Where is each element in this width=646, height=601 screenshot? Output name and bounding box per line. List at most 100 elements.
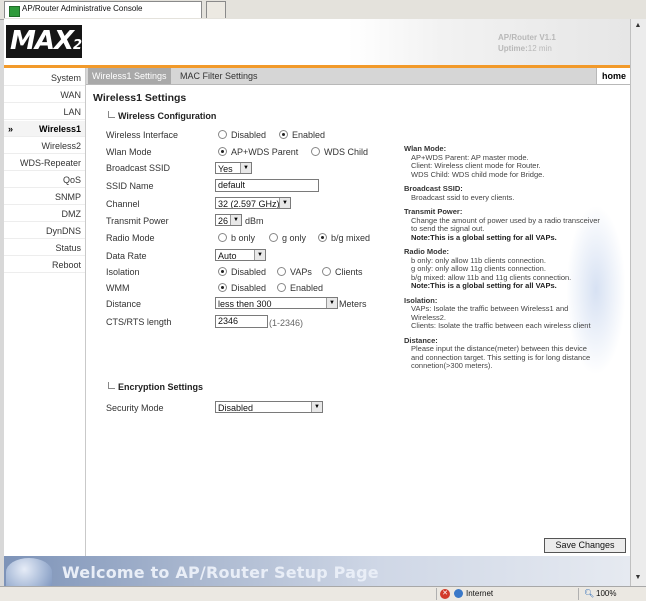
ssid-name-input[interactable]: default bbox=[215, 179, 319, 192]
label-channel: Channel bbox=[106, 199, 140, 209]
browser-status-bar: ✕ Internet 🔍︎ 100% bbox=[0, 586, 646, 601]
security-mode-select[interactable]: Disabled ▼ bbox=[215, 401, 323, 413]
radio-isolation-disabled[interactable]: Disabled bbox=[218, 267, 266, 277]
radio-mode-ap-wds-parent[interactable]: AP+WDS Parent bbox=[218, 147, 298, 157]
section-icon bbox=[108, 382, 115, 389]
cts-rts-range-hint: (1-2346) bbox=[269, 318, 304, 328]
scroll-down-arrow-icon[interactable]: ▼ bbox=[631, 571, 645, 585]
radio-radio-g-only[interactable]: g only bbox=[269, 233, 306, 243]
nav-item-wan[interactable]: WAN bbox=[4, 87, 85, 103]
popup-blocked-icon[interactable]: ✕ bbox=[440, 589, 450, 599]
nav-item-system[interactable]: System bbox=[4, 70, 85, 86]
radio-selected-icon bbox=[218, 283, 227, 292]
label-radio-mode: Radio Mode bbox=[106, 233, 155, 243]
nav-item-status[interactable]: Status bbox=[4, 240, 85, 256]
home-link[interactable]: home bbox=[596, 68, 630, 84]
label-broadcast-ssid: Broadcast SSID bbox=[106, 163, 171, 173]
welcome-text: Welcome to AP/Router Setup Page bbox=[62, 563, 379, 582]
help-panel: Wlan Mode: AP+WDS Parent: AP master mode… bbox=[404, 144, 600, 371]
section-wireless-configuration: Wireless Configuration bbox=[108, 111, 216, 121]
radio-wmm-enabled[interactable]: Enabled bbox=[277, 283, 323, 293]
radio-icon bbox=[277, 283, 286, 292]
label-security-mode: Security Mode bbox=[106, 403, 164, 413]
label-transmit-power: Transmit Power bbox=[106, 216, 169, 226]
browser-tab[interactable]: AP/Router Administrative Console bbox=[4, 1, 202, 18]
chevron-down-icon: ▼ bbox=[326, 298, 337, 308]
sidebar-nav: System WAN LAN » Wireless1 Wireless2 WDS-… bbox=[4, 68, 86, 556]
label-distance: Distance bbox=[106, 299, 142, 309]
radio-interface-disabled[interactable]: Disabled bbox=[218, 130, 266, 140]
radio-icon bbox=[322, 267, 331, 276]
nav-item-dmz[interactable]: DMZ bbox=[4, 206, 85, 222]
page-title: Wireless1 Settings bbox=[93, 92, 187, 104]
help-text: Broadcast ssid to every clients. bbox=[411, 192, 515, 202]
chevron-down-icon: ▼ bbox=[279, 198, 290, 208]
nav-item-reboot[interactable]: Reboot bbox=[4, 257, 85, 273]
chevron-down-icon: ▼ bbox=[230, 215, 241, 225]
browser-tab-title: AP/Router Administrative Console bbox=[22, 4, 143, 13]
label-wmm: WMM bbox=[106, 283, 130, 293]
favicon-icon bbox=[9, 6, 20, 17]
header: MAX2500 AP/Router V1.1 Uptime:12 min bbox=[4, 19, 630, 65]
scroll-up-arrow-icon[interactable]: ▲ bbox=[631, 19, 645, 33]
help-text: Change the amount of power used by a rad… bbox=[411, 215, 600, 233]
transmit-power-select[interactable]: 26 ▼ bbox=[215, 214, 242, 226]
data-rate-select[interactable]: Auto ▼ bbox=[215, 249, 266, 261]
nav-item-qos[interactable]: QoS bbox=[4, 172, 85, 188]
label-cts-rts-length: CTS/RTS length bbox=[106, 317, 172, 327]
radio-wmm-disabled[interactable]: Disabled bbox=[218, 283, 266, 293]
label-data-rate: Data Rate bbox=[106, 251, 147, 261]
new-tab-button[interactable] bbox=[206, 1, 226, 18]
help-text: VAPs: Isolate the traffic between Wirele… bbox=[411, 304, 569, 322]
status-divider bbox=[436, 588, 437, 600]
label-wireless-interface: Wireless Interface bbox=[106, 130, 179, 140]
chevron-down-icon: ▼ bbox=[240, 163, 251, 173]
radio-icon bbox=[311, 147, 320, 156]
uptime: Uptime:12 min bbox=[498, 44, 552, 53]
radio-icon bbox=[218, 233, 227, 242]
chevron-down-icon: ▼ bbox=[311, 402, 322, 412]
save-changes-button[interactable]: Save Changes bbox=[544, 538, 626, 553]
radio-isolation-vaps[interactable]: VAPs bbox=[277, 267, 312, 277]
radio-selected-icon bbox=[279, 130, 288, 139]
radio-icon bbox=[269, 233, 278, 242]
zoom-level[interactable]: 100% bbox=[596, 589, 616, 598]
distance-select[interactable]: less then 300 ▼ bbox=[215, 297, 338, 309]
vertical-scrollbar[interactable] bbox=[630, 19, 646, 586]
nav-item-dyndns[interactable]: DynDNS bbox=[4, 223, 85, 239]
radio-isolation-clients[interactable]: Clients bbox=[322, 267, 363, 277]
chevron-down-icon: ▼ bbox=[254, 250, 265, 260]
footer-banner: Welcome to AP/Router Setup Page bbox=[4, 556, 630, 586]
status-divider bbox=[578, 588, 579, 600]
settings-tabs: Wireless1 Settings MAC Filter Settings h… bbox=[86, 68, 630, 85]
logo: MAX2500 bbox=[6, 25, 82, 58]
active-arrow-icon: » bbox=[8, 124, 14, 134]
section-encryption-settings: Encryption Settings bbox=[108, 382, 203, 392]
distance-unit: Meters bbox=[339, 299, 367, 309]
nav-item-wds-repeater[interactable]: WDS-Repeater bbox=[4, 155, 85, 171]
section-icon bbox=[108, 111, 115, 118]
help-text: Clients: Isolate the traffic between eac… bbox=[411, 321, 591, 330]
nav-item-snmp[interactable]: SNMP bbox=[4, 189, 85, 205]
radio-radio-b-only[interactable]: b only bbox=[218, 233, 255, 243]
nav-item-wireless1[interactable]: » Wireless1 bbox=[4, 121, 85, 137]
radio-mode-wds-child[interactable]: WDS Child bbox=[311, 147, 368, 157]
tab-mac-filter-settings[interactable]: MAC Filter Settings bbox=[176, 68, 262, 84]
cts-rts-length-input[interactable]: 2346 bbox=[215, 315, 268, 328]
nav-item-wireless2[interactable]: Wireless2 bbox=[4, 138, 85, 154]
broadcast-ssid-select[interactable]: Yes ▼ bbox=[215, 162, 252, 174]
radio-radio-bg-mixed[interactable]: b/g mixed bbox=[318, 233, 370, 243]
radio-selected-icon bbox=[218, 147, 227, 156]
globe-icon bbox=[6, 558, 52, 586]
firmware-version: AP/Router V1.1 bbox=[498, 33, 556, 42]
radio-interface-enabled[interactable]: Enabled bbox=[279, 130, 325, 140]
nav-item-lan[interactable]: LAN bbox=[4, 104, 85, 120]
radio-icon bbox=[277, 267, 286, 276]
transmit-power-unit: dBm bbox=[245, 216, 264, 226]
zoom-icon[interactable]: 🔍︎ bbox=[584, 589, 594, 598]
help-text: WDS Child: WDS child mode for Bridge. bbox=[411, 169, 545, 179]
radio-selected-icon bbox=[318, 233, 327, 242]
help-text: Please input the distance(meter) between… bbox=[411, 344, 591, 370]
channel-select[interactable]: 32 (2.597 GHz) ▼ bbox=[215, 197, 291, 209]
tab-wireless1-settings[interactable]: Wireless1 Settings bbox=[88, 68, 171, 84]
